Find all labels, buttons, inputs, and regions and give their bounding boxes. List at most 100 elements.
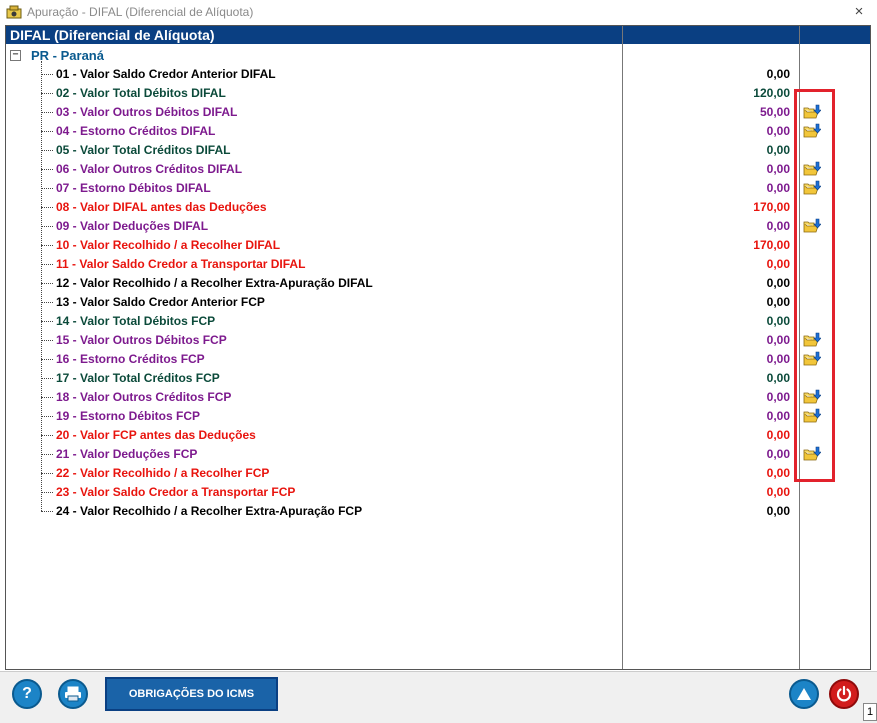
window-title: Apuração - DIFAL (Diferencial de Alíquot… [27,5,254,19]
row-value: 170,00 [753,238,790,252]
highlight-rectangle [794,89,835,482]
row-label: 23 - Valor Saldo Credor a Transportar FC… [56,485,296,499]
tree-row[interactable]: 06 - Valor Outros Créditos DIFAL 0,00 [6,160,870,179]
header-title: DIFAL (Diferencial de Alíquota) [10,27,215,43]
tree-row[interactable]: 07 - Estorno Débitos DIFAL 0,00 [6,179,870,198]
obrigacoes-button[interactable]: OBRIGAÇÕES DO ICMS [105,677,278,711]
tree-row[interactable]: 01 - Valor Saldo Credor Anterior DIFAL 0,… [6,65,870,84]
row-value: 0,00 [766,466,790,480]
row-value: 0,00 [766,371,790,385]
row-label: 20 - Valor FCP antes das Deduções [56,428,256,442]
row-value: 0,00 [766,390,790,404]
close-button[interactable]: × [849,2,869,22]
difal-table: DIFAL (Diferencial de Alíquota) − PR - P… [5,25,871,670]
tree-row[interactable]: 05 - Valor Total Créditos DIFAL 0,00 [6,141,870,160]
tree-branch [41,435,53,436]
tree-branch [41,283,53,284]
tree-branch [41,131,53,132]
row-value: 0,00 [766,143,790,157]
tree-branch [41,112,53,113]
tree-branch [41,454,53,455]
row-label: 11 - Valor Saldo Credor a Transportar DI… [56,257,306,271]
tree-branch [41,321,53,322]
row-label: 05 - Valor Total Créditos DIFAL [56,143,231,157]
tree-branch [41,207,53,208]
bottom-toolbar: ? OBRIGAÇÕES DO ICMS [0,671,877,723]
row-label: 12 - Valor Recolhido / a Recolher Extra-… [56,276,373,290]
row-value: 0,00 [766,257,790,271]
tree-row[interactable]: 14 - Valor Total Débitos FCP 0,00 [6,312,870,331]
help-icon: ? [22,685,32,702]
tree-row[interactable]: 15 - Valor Outros Débitos FCP 0,00 [6,331,870,350]
tree-row[interactable]: 02 - Valor Total Débitos DIFAL 120,00 [6,84,870,103]
row-label: 16 - Estorno Créditos FCP [56,352,205,366]
tree-branch [41,359,53,360]
tree-branch [41,93,53,94]
row-label: 01 - Valor Saldo Credor Anterior DIFAL [56,67,276,81]
row-label: 21 - Valor Deduções FCP [56,447,198,461]
tree-branch [41,340,53,341]
up-button[interactable] [789,679,819,709]
tree-row[interactable]: 18 - Valor Outros Créditos FCP 0,00 [6,388,870,407]
tree-row[interactable]: 16 - Estorno Créditos FCP 0,00 [6,350,870,369]
row-value: 0,00 [766,447,790,461]
tree-row[interactable]: 03 - Valor Outros Débitos DIFAL 50,00 [6,103,870,122]
row-label: 10 - Valor Recolhido / a Recolher DIFAL [56,238,281,252]
tree-branch [41,150,53,151]
tree-group-pr[interactable]: − PR - Paraná [10,48,104,63]
tree-row[interactable]: 19 - Estorno Débitos FCP 0,00 [6,407,870,426]
power-icon [836,685,852,702]
tree-row[interactable]: 21 - Valor Deduções FCP 0,00 [6,445,870,464]
row-label: 02 - Valor Total Débitos DIFAL [56,86,226,100]
help-button[interactable]: ? [12,679,42,709]
tree-row[interactable]: 13 - Valor Saldo Credor Anterior FCP 0,00 [6,293,870,312]
row-value: 120,00 [753,86,790,100]
tree-row[interactable]: 04 - Estorno Créditos DIFAL 0,00 [6,122,870,141]
printer-icon [65,686,81,702]
row-label: 03 - Valor Outros Débitos DIFAL [56,105,238,119]
row-label: 22 - Valor Recolhido / a Recolher FCP [56,466,270,480]
tree-row[interactable]: 08 - Valor DIFAL antes das Deduções 170,0… [6,198,870,217]
tree-row[interactable]: 24 - Valor Recolhido / a Recolher Extra-… [6,502,870,521]
row-value: 0,00 [766,485,790,499]
row-label: 24 - Valor Recolhido / a Recolher Extra-… [56,504,363,518]
tree-branch [41,511,53,512]
collapse-icon[interactable]: − [10,50,21,61]
tree-row[interactable]: 11 - Valor Saldo Credor a Transportar DI… [6,255,870,274]
row-label: 14 - Valor Total Débitos FCP [56,314,216,328]
row-value: 0,00 [766,314,790,328]
arrow-up-icon [797,688,811,700]
row-value: 0,00 [766,67,790,81]
tree-row[interactable]: 09 - Valor Deduções DIFAL 0,00 [6,217,870,236]
tree-branch [41,492,53,493]
row-value: 0,00 [766,162,790,176]
row-value: 0,00 [766,428,790,442]
row-label: 08 - Valor DIFAL antes das Deduções [56,200,267,214]
row-label: 13 - Valor Saldo Credor Anterior FCP [56,295,265,309]
header-col-value [622,26,800,44]
tree-branch [41,264,53,265]
tree-branch [41,169,53,170]
row-label: 06 - Valor Outros Créditos DIFAL [56,162,243,176]
tree-row[interactable]: 23 - Valor Saldo Credor a Transportar FC… [6,483,870,502]
tree-row[interactable]: 10 - Valor Recolhido / a Recolher DIFAL 1… [6,236,870,255]
row-value: 0,00 [766,333,790,347]
page-indicator: 1 [863,703,877,721]
print-button[interactable] [58,679,88,709]
tree-row[interactable]: 17 - Valor Total Créditos FCP 0,00 [6,369,870,388]
row-value: 0,00 [766,276,790,290]
row-value: 0,00 [766,352,790,366]
tree-branch [41,473,53,474]
row-value: 50,00 [759,105,790,119]
row-label: 19 - Estorno Débitos FCP [56,409,201,423]
tree-row[interactable]: 12 - Valor Recolhido / a Recolher Extra-… [6,274,870,293]
tree-row[interactable]: 22 - Valor Recolhido / a Recolher FCP 0,0… [6,464,870,483]
row-label: 04 - Estorno Créditos DIFAL [56,124,216,138]
app-icon [6,5,22,19]
exit-button[interactable] [829,679,859,709]
tree-branch [41,188,53,189]
row-value: 0,00 [766,124,790,138]
tree-branch [41,226,53,227]
tree-row[interactable]: 20 - Valor FCP antes das Deduções 0,00 [6,426,870,445]
row-label: 17 - Valor Total Créditos FCP [56,371,220,385]
